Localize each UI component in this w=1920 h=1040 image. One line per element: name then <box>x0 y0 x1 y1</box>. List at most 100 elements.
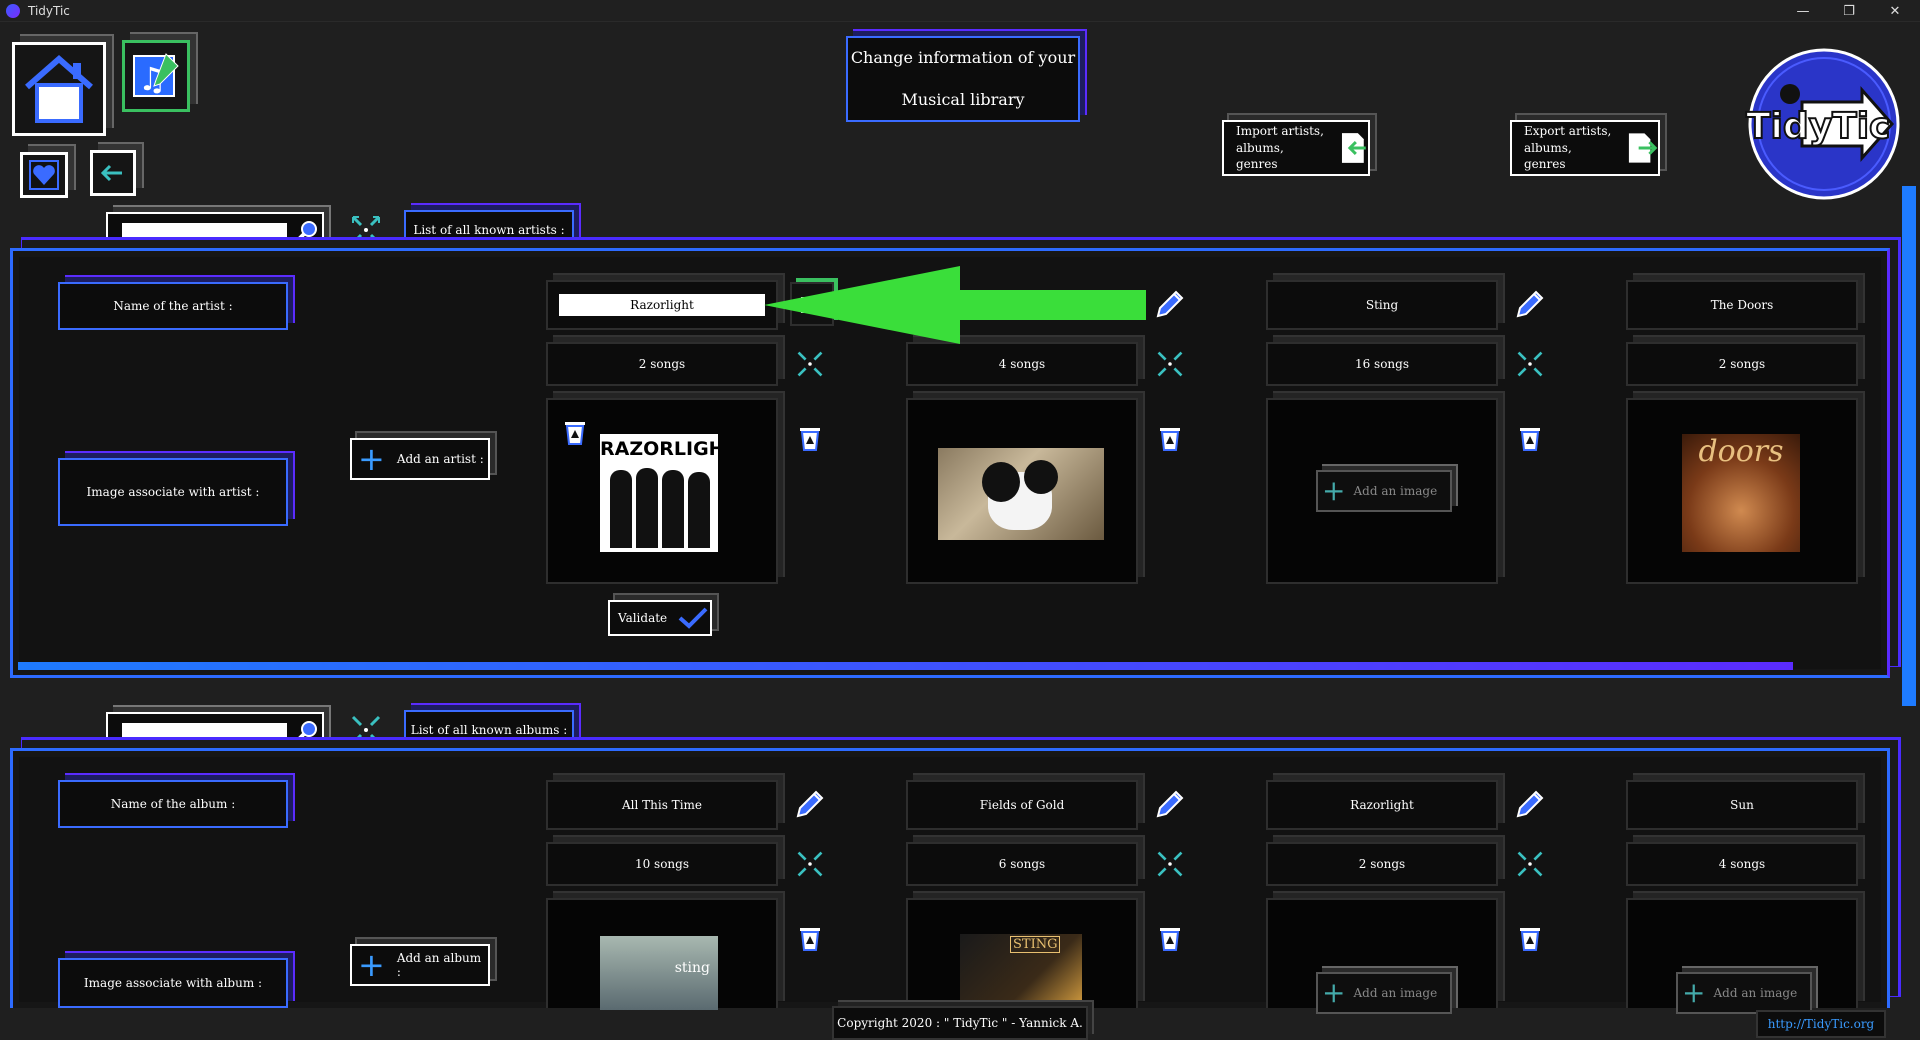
plus-icon: + <box>1322 474 1346 507</box>
trash-icon <box>1160 428 1180 451</box>
artist-songs-count: 2 songs <box>546 342 778 386</box>
album-delete-image-button[interactable] <box>792 920 828 956</box>
artist-songs-count: 4 songs <box>906 342 1138 386</box>
page-title-line2: Musical library <box>901 90 1025 109</box>
artist-cover-image <box>938 448 1104 540</box>
album-image-card: + Add an image <box>1626 898 1858 1014</box>
album-shuffle-icon[interactable] <box>1152 846 1188 882</box>
artist-name-label: Name of the artist : <box>58 282 288 330</box>
add-artist-label: Add an artist : <box>396 452 484 466</box>
music-edit-button[interactable]: ♫ <box>122 40 190 112</box>
add-album-button[interactable]: + Add an album : <box>350 944 490 986</box>
add-image-button[interactable]: + Add an image <box>1316 470 1452 512</box>
heart-icon <box>29 160 59 190</box>
artist-shuffle-button[interactable] <box>346 212 386 248</box>
search-icon[interactable] <box>293 219 319 245</box>
album-cover-image: STING <box>960 934 1082 1010</box>
album-edit-button[interactable] <box>1512 786 1548 822</box>
add-image-label: Add an image <box>1713 986 1798 1000</box>
page-title-line1: Change information of your <box>850 48 1076 68</box>
expand-arrows-icon <box>1157 851 1183 877</box>
trash-icon <box>800 428 820 451</box>
pencil-icon <box>796 790 824 818</box>
album-image-card: STING <box>906 898 1138 1010</box>
album-list-title: List of all known albums : <box>404 710 574 750</box>
artist-delete-image-button[interactable] <box>1512 420 1548 456</box>
artist-songs-count: 2 songs <box>1626 342 1858 386</box>
artist-image-card: doors <box>1626 398 1858 584</box>
album-songs-count: 10 songs <box>546 842 778 886</box>
album-name-cell: Sun <box>1626 780 1858 830</box>
minimize-button[interactable]: — <box>1780 0 1826 22</box>
trash-icon[interactable] <box>562 418 588 446</box>
vertical-scrollbar[interactable] <box>1902 186 1916 706</box>
album-shuffle-icon[interactable] <box>1512 846 1548 882</box>
home-button[interactable] <box>12 42 106 136</box>
maximize-button[interactable]: ❐ <box>1826 0 1872 22</box>
artist-delete-image-button[interactable] <box>1152 420 1188 456</box>
album-delete-image-button[interactable] <box>1152 920 1188 956</box>
album-shuffle-button[interactable] <box>346 712 386 748</box>
pencil-icon <box>1516 790 1544 818</box>
plus-icon: + <box>1682 976 1706 1009</box>
validate-label: Validate <box>618 611 668 625</box>
validate-button[interactable]: Validate <box>608 600 712 636</box>
music-note-icon: ♫ <box>133 53 179 98</box>
artist-list-title: List of all known artists : <box>404 210 574 250</box>
search-icon[interactable] <box>293 719 319 745</box>
album-search-input[interactable] <box>122 723 287 741</box>
artist-delete-image-button[interactable] <box>792 420 828 456</box>
expand-arrows-icon <box>1157 351 1183 377</box>
tidytic-logo: TidyTic <box>1742 42 1902 202</box>
artist-image-card: + Add an image <box>1266 398 1498 584</box>
expand-arrows-icon <box>797 851 823 877</box>
plus-icon: + <box>358 440 385 478</box>
album-name-cell: Razorlight <box>1266 780 1498 830</box>
album-image-label: Image associate with album : <box>58 958 288 1008</box>
app-icon <box>6 3 20 18</box>
artist-shuffle-icon[interactable] <box>1152 346 1188 382</box>
plus-icon: + <box>358 946 385 984</box>
artist-name-input[interactable] <box>559 294 765 316</box>
cover-text: RAZORLIGHT <box>600 438 718 460</box>
album-name-label: Name of the album : <box>58 780 288 828</box>
artist-search-input[interactable] <box>122 223 287 241</box>
back-button[interactable] <box>90 150 136 196</box>
pencil-icon <box>1516 290 1544 318</box>
artist-shuffle-icon[interactable] <box>792 346 828 382</box>
artist-edit-button[interactable] <box>1152 286 1188 322</box>
artist-name-cell <box>546 280 778 330</box>
export-label-1: Export artists, <box>1524 123 1612 138</box>
import-button[interactable]: Import artists, albums, genres <box>1222 120 1370 176</box>
arrow-left-icon <box>100 164 122 182</box>
album-image-card: + Add an image <box>1266 898 1498 1014</box>
expand-arrows-icon <box>797 351 823 377</box>
add-image-button[interactable]: + Add an image <box>1316 972 1452 1014</box>
album-edit-button[interactable] <box>1152 786 1188 822</box>
import-file-icon <box>1342 133 1367 163</box>
favorites-button[interactable] <box>20 152 68 198</box>
pencil-icon <box>1156 790 1184 818</box>
import-label-2: albums, genres <box>1236 140 1284 172</box>
add-image-label: Add an image <box>1353 986 1438 1000</box>
artists-horizontal-scrollbar[interactable] <box>18 662 1793 670</box>
album-edit-button[interactable] <box>792 786 828 822</box>
cover-text: STING <box>1010 936 1061 953</box>
export-button[interactable]: Export artists, albums, genres <box>1510 120 1660 176</box>
add-image-button[interactable]: + Add an image <box>1676 972 1812 1014</box>
window-titlebar: TidyTic — ❐ ✕ <box>0 0 1920 22</box>
trash-icon <box>1520 428 1540 451</box>
artist-image-label: Image associate with artist : <box>58 458 288 526</box>
add-album-label: Add an album : <box>396 951 482 979</box>
close-button[interactable]: ✕ <box>1872 0 1918 22</box>
add-artist-button[interactable]: + Add an artist : <box>350 438 490 480</box>
page-title: Change information of your Musical libra… <box>846 36 1080 122</box>
artist-shuffle-icon[interactable] <box>1512 346 1548 382</box>
album-name-cell: Fields of Gold <box>906 780 1138 830</box>
website-link[interactable]: http://TidyTic.org <box>1756 1010 1886 1038</box>
album-shuffle-icon[interactable] <box>792 846 828 882</box>
expand-arrows-icon <box>1517 851 1543 877</box>
album-delete-image-button[interactable] <box>1512 920 1548 956</box>
artist-edit-button[interactable] <box>1512 286 1548 322</box>
artist-image-card: RAZORLIGHT <box>546 398 778 584</box>
